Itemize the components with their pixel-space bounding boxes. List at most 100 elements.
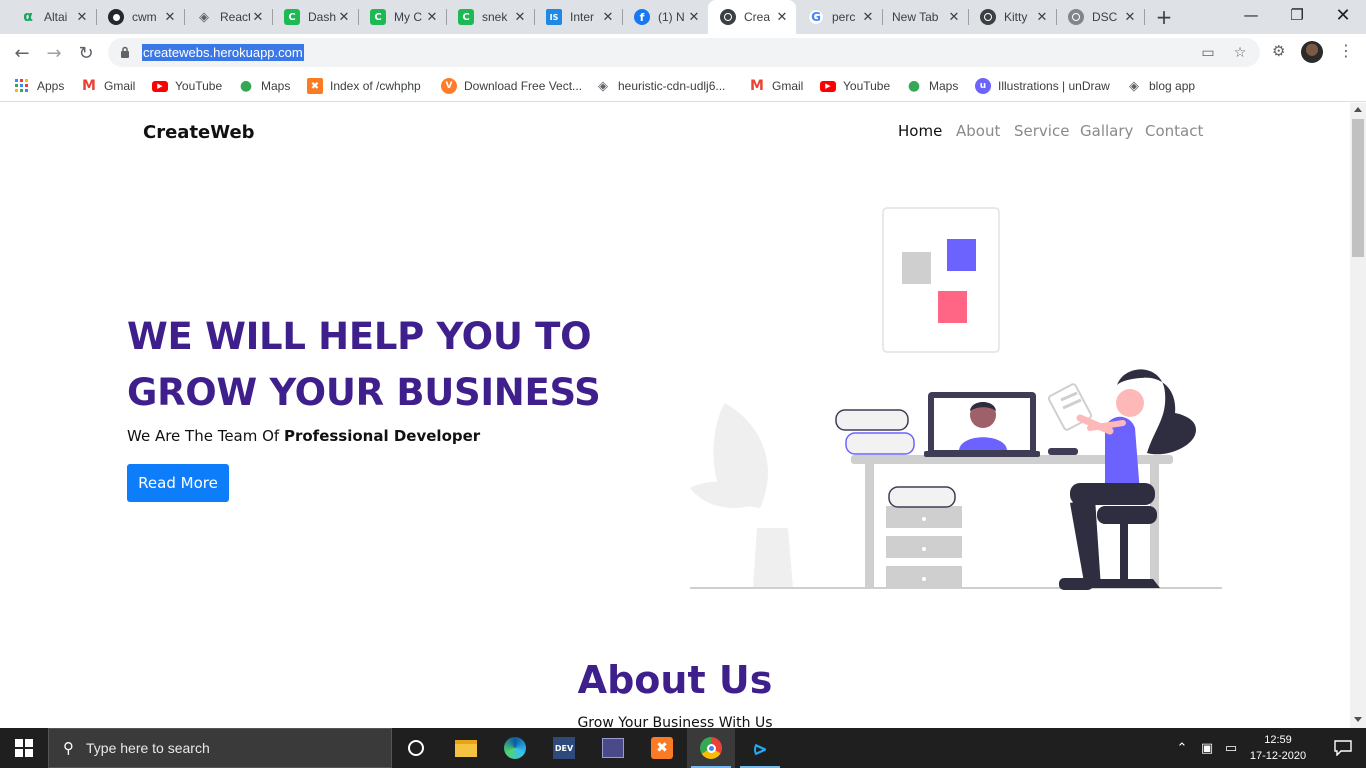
tab-title: Kitty [1004, 10, 1028, 24]
close-icon[interactable]: ✕ [74, 9, 90, 25]
close-icon[interactable]: ✕ [336, 9, 352, 25]
close-icon[interactable]: ✕ [1122, 9, 1138, 25]
url-text[interactable]: createwebs.herokuapp.com [142, 44, 304, 61]
close-icon[interactable]: ✕ [250, 9, 266, 25]
browser-tab[interactable]: ◈ React ✕ [184, 0, 272, 34]
taskbar-search[interactable]: ⚲ Type here to search [48, 728, 392, 768]
bookmark-youtube[interactable]: ▶ YouTube [820, 77, 890, 95]
tab-title: DSC [1092, 10, 1118, 24]
menu-dots-icon[interactable]: ⋮ [1338, 41, 1354, 60]
maps-pin-icon: ● [239, 78, 253, 94]
google-icon: G [808, 9, 824, 25]
codechef-icon: C [458, 9, 474, 25]
browser-tab[interactable]: Kitty ✕ [968, 0, 1056, 34]
network-icon[interactable]: ▣ [1196, 728, 1218, 768]
close-icon[interactable]: ✕ [686, 9, 702, 25]
tab-title: (1) N [658, 10, 685, 24]
browser-tab[interactable]: C Dash ✕ [272, 0, 358, 34]
brand-logo[interactable]: CreateWeb [143, 122, 255, 143]
browser-tab[interactable]: C snek ✕ [446, 0, 534, 34]
close-icon[interactable]: ✕ [424, 9, 440, 25]
window-close-icon[interactable]: ✕ [1320, 0, 1366, 30]
cortana-icon[interactable] [392, 728, 440, 768]
close-icon[interactable]: ✕ [162, 9, 178, 25]
bookmark-apps[interactable]: Apps [14, 77, 64, 95]
browser-tab[interactable]: C My C ✕ [358, 0, 446, 34]
nav-about[interactable]: About [956, 122, 1000, 140]
scroll-down-icon[interactable] [1354, 717, 1362, 722]
about-subtitle: Grow Your Business With Us [577, 715, 773, 728]
tray-chevron-icon[interactable]: ⌃ [1172, 728, 1192, 768]
bookmark-heuristic-cdn[interactable]: ◈ heuristic-cdn-udlj6... [595, 77, 725, 95]
cast-icon[interactable]: ▭ [1200, 45, 1216, 61]
cube-icon: ◈ [199, 9, 209, 25]
page-scrollbar[interactable] [1350, 103, 1366, 728]
taskbar-clock[interactable]: 12:59 17-12-2020 [1240, 732, 1316, 764]
forward-arrow-icon[interactable]: → [40, 39, 68, 67]
read-more-button[interactable]: Read More [127, 464, 229, 502]
file-explorer-icon[interactable] [442, 728, 490, 768]
tab-title: perc [832, 10, 856, 24]
bookmark-index-cwhphp[interactable]: ✖ Index of /cwhphp [307, 77, 421, 95]
about-heading: About Us [577, 658, 773, 702]
close-icon[interactable]: ✕ [1034, 9, 1050, 25]
globe-icon [980, 9, 996, 25]
lock-icon[interactable] [120, 46, 130, 58]
nav-service[interactable]: Service [1014, 122, 1069, 140]
nav-contact[interactable]: Contact [1145, 122, 1203, 140]
star-bookmark-icon[interactable]: ☆ [1232, 45, 1248, 61]
bookmark-gmail[interactable]: M Gmail [749, 77, 803, 95]
profile-avatar[interactable] [1301, 41, 1323, 63]
chrome-icon[interactable] [687, 728, 735, 768]
battery-icon[interactable]: ▭ [1220, 728, 1242, 768]
edge-icon[interactable] [491, 728, 539, 768]
browser-tab[interactable]: α Altai ✕ [8, 0, 96, 34]
bookmark-youtube[interactable]: ▶ YouTube [152, 77, 222, 95]
nav-home[interactable]: Home [898, 122, 942, 140]
browser-tab[interactable]: f (1) N ✕ [622, 0, 708, 34]
minimize-icon[interactable]: — [1228, 0, 1274, 30]
bookmark-maps[interactable]: ● Maps [906, 77, 958, 95]
page-viewport: CreateWeb Home About Service Gallary Con… [0, 103, 1350, 728]
close-icon[interactable]: ✕ [946, 9, 962, 25]
browser-tab-active[interactable]: Crea ✕ [708, 0, 796, 34]
close-icon[interactable]: ✕ [774, 9, 790, 25]
bookmark-vecteezy[interactable]: V Download Free Vect... [441, 77, 582, 95]
bookmark-gmail[interactable]: M Gmail [81, 77, 135, 95]
calculator-app-icon[interactable] [589, 728, 637, 768]
close-icon[interactable]: ✕ [860, 9, 876, 25]
altair-icon: α [23, 9, 33, 25]
xampp-icon[interactable]: ✖ [638, 728, 686, 768]
close-icon[interactable]: ✕ [600, 9, 616, 25]
address-bar[interactable]: createwebs.herokuapp.com ▭ ☆ [108, 38, 1260, 67]
close-icon[interactable]: ✕ [512, 9, 528, 25]
vecteezy-icon: V [441, 78, 457, 94]
browser-tab[interactable]: IS Inter ✕ [534, 0, 622, 34]
extensions-puzzle-icon[interactable]: ⚙ [1272, 42, 1285, 60]
scroll-up-icon[interactable] [1354, 107, 1362, 112]
maps-pin-icon: ● [907, 78, 921, 94]
browser-tab[interactable]: G perc ✕ [796, 0, 882, 34]
tab-title: New Tab [892, 10, 939, 24]
hero-heading-line2: GROW YOUR BUSINESS [127, 371, 601, 414]
notifications-icon[interactable] [1320, 728, 1366, 768]
reload-icon[interactable]: ↻ [72, 39, 100, 67]
dev-icon[interactable]: DEV [540, 728, 588, 768]
gmail-icon: M [82, 78, 96, 94]
browser-tab[interactable]: DSC ✕ [1056, 0, 1144, 34]
back-arrow-icon[interactable]: ← [8, 39, 36, 67]
bookmark-blog-app[interactable]: ◈ blog app [1126, 77, 1195, 95]
tab-strip: α Altai ✕ cwm ✕ ◈ React ✕ C Dash ✕ C My … [0, 0, 1366, 34]
facebook-icon: f [634, 9, 650, 25]
browser-tab[interactable]: New Tab ✕ [882, 0, 968, 34]
bookmark-maps[interactable]: ● Maps [238, 77, 290, 95]
vscode-icon[interactable]: ⪧ [736, 728, 784, 768]
windows-start-icon[interactable] [0, 728, 48, 768]
youtube-icon: ▶ [820, 78, 836, 94]
nav-gallary[interactable]: Gallary [1080, 122, 1133, 140]
browser-tab[interactable]: cwm ✕ [96, 0, 184, 34]
restore-icon[interactable]: ❐ [1274, 0, 1320, 30]
scrollbar-thumb[interactable] [1352, 119, 1364, 257]
bookmark-undraw[interactable]: u Illustrations | unDraw [975, 77, 1110, 95]
new-tab-icon[interactable]: + [1152, 5, 1176, 29]
